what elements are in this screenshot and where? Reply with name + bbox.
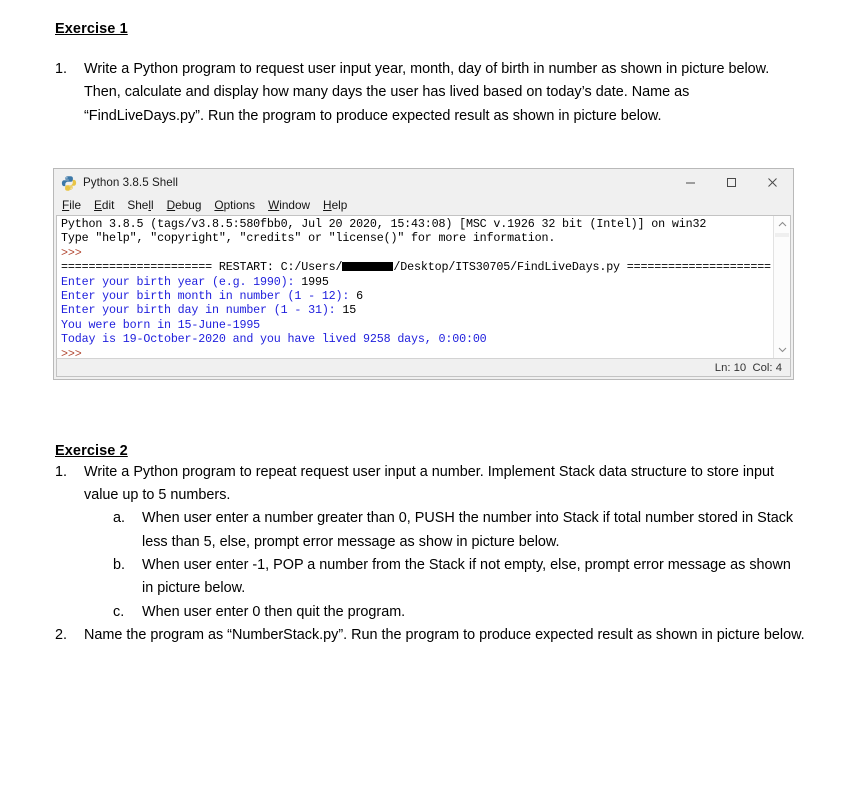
exercise-2-heading: Exercise 2	[55, 442, 128, 459]
shell-text-segment: >>>	[61, 346, 89, 358]
exercise-2-list: 1. Write a Python program to repeat requ…	[55, 461, 805, 648]
shell-line: Enter your birth day in number (1 - 31):…	[61, 303, 772, 317]
shell-line: Today is 19-October-2020 and you have li…	[61, 332, 772, 346]
scrollbar-thumb[interactable]	[775, 233, 789, 237]
shell-output-area[interactable]: Python 3.8.5 (tags/v3.8.5:580fbb0, Jul 2…	[56, 215, 791, 358]
list-item-marker: a.	[113, 510, 126, 527]
shell-statusbar: Ln: 10 Col: 4	[56, 358, 791, 377]
list-item-text: Name the program as “NumberStack.py”. Ru…	[84, 626, 805, 643]
shell-output-text: Python 3.8.5 (tags/v3.8.5:580fbb0, Jul 2…	[61, 217, 772, 358]
shell-line: You were born in 15-June-1995	[61, 318, 772, 332]
exercise-1-list: 1. Write a Python program to request use…	[55, 58, 805, 128]
menu-debug[interactable]: Debug	[167, 199, 209, 212]
menu-options[interactable]: Options	[214, 199, 262, 212]
shell-vertical-scrollbar[interactable]	[773, 216, 790, 358]
shell-line: >>>	[61, 246, 772, 260]
menu-edit[interactable]: Edit	[94, 199, 121, 212]
window-menubar[interactable]: File Edit Shell Debug Options Window Hel…	[54, 196, 793, 215]
redacted-username-bar	[342, 262, 394, 272]
shell-line: Enter your birth month in number (1 - 12…	[61, 289, 772, 303]
menu-file[interactable]: File	[62, 199, 88, 212]
window-controls	[670, 169, 793, 196]
shell-text-segment: Type "help", "copyright", "credits" or "…	[61, 231, 556, 246]
shell-text-segment: ====================== RESTART: C:/Users…	[61, 260, 343, 275]
menu-help[interactable]: Help	[323, 199, 354, 212]
minimize-icon[interactable]	[670, 169, 711, 196]
python-logo-icon	[61, 175, 77, 191]
list-item-marker: 1.	[55, 463, 68, 480]
shell-line: >>>	[61, 347, 772, 358]
close-icon[interactable]	[752, 169, 793, 196]
chevron-down-icon[interactable]	[774, 341, 790, 358]
list-item-marker: c.	[113, 603, 125, 620]
list-item: 1. Write a Python program to repeat requ…	[55, 461, 805, 508]
list-item: 1. Write a Python program to request use…	[55, 58, 805, 128]
list-item-text: Write a Python program to request user i…	[84, 60, 770, 124]
shell-text-segment: You were born in 15-June-1995	[61, 317, 261, 332]
maximize-icon[interactable]	[711, 169, 752, 196]
list-item-marker: b.	[113, 556, 126, 573]
shell-text-segment: 6	[356, 288, 364, 303]
document-page: Exercise 1 1. Write a Python program to …	[0, 0, 860, 801]
shell-text-segment: Enter your birth year (e.g. 1990):	[61, 274, 302, 289]
list-item-marker: 2.	[55, 626, 68, 643]
python-shell-window[interactable]: Python 3.8.5 Shell File Edit Shell Debug…	[53, 168, 794, 380]
shell-text-segment: Python 3.8.5 (tags/v3.8.5:580fbb0, Jul 2…	[61, 217, 707, 231]
list-item-text: Write a Python program to repeat request…	[84, 463, 775, 503]
list-item-text: When user enter 0 then quit the program.	[142, 603, 406, 620]
list-item-marker: 1.	[55, 60, 68, 77]
shell-line: Type "help", "copyright", "credits" or "…	[61, 231, 772, 245]
shell-line: Python 3.8.5 (tags/v3.8.5:580fbb0, Jul 2…	[61, 217, 772, 231]
list-item-text: When user enter -1, POP a number from th…	[142, 556, 791, 597]
shell-text-segment: /Desktop/ITS30705/FindLiveDays.py ======…	[393, 260, 771, 275]
menu-window[interactable]: Window	[268, 199, 317, 212]
window-title: Python 3.8.5 Shell	[83, 176, 179, 189]
shell-text-segment: 1995	[301, 274, 329, 289]
list-item: 2. Name the program as “NumberStack.py”.…	[55, 624, 805, 647]
cursor-position-status: Ln: 10 Col: 4	[714, 361, 782, 374]
shell-line: Enter your birth year (e.g. 1990): 1995	[61, 275, 772, 289]
exercise-1-heading: Exercise 1	[55, 21, 128, 37]
shell-text-segment: >>>	[61, 245, 89, 260]
shell-text-segment: 15	[342, 303, 357, 318]
menu-shell[interactable]: Shell	[127, 199, 160, 212]
shell-line: ====================== RESTART: C:/Users…	[61, 260, 772, 274]
window-titlebar[interactable]: Python 3.8.5 Shell	[54, 169, 793, 196]
shell-text-segment: Enter your birth day in number (1 - 31):	[61, 303, 343, 318]
list-item-text: When user enter a number greater than 0,…	[142, 510, 794, 550]
shell-text-segment: Enter your birth month in number (1 - 12…	[61, 288, 357, 303]
list-item: a. When user enter a number greater than…	[55, 507, 805, 554]
list-item: b. When user enter -1, POP a number from…	[55, 554, 805, 601]
list-item: c. When user enter 0 then quit the progr…	[55, 601, 805, 624]
shell-text-segment: Today is 19-October-2020 and you have li…	[61, 332, 487, 347]
chevron-up-icon[interactable]	[774, 216, 790, 233]
